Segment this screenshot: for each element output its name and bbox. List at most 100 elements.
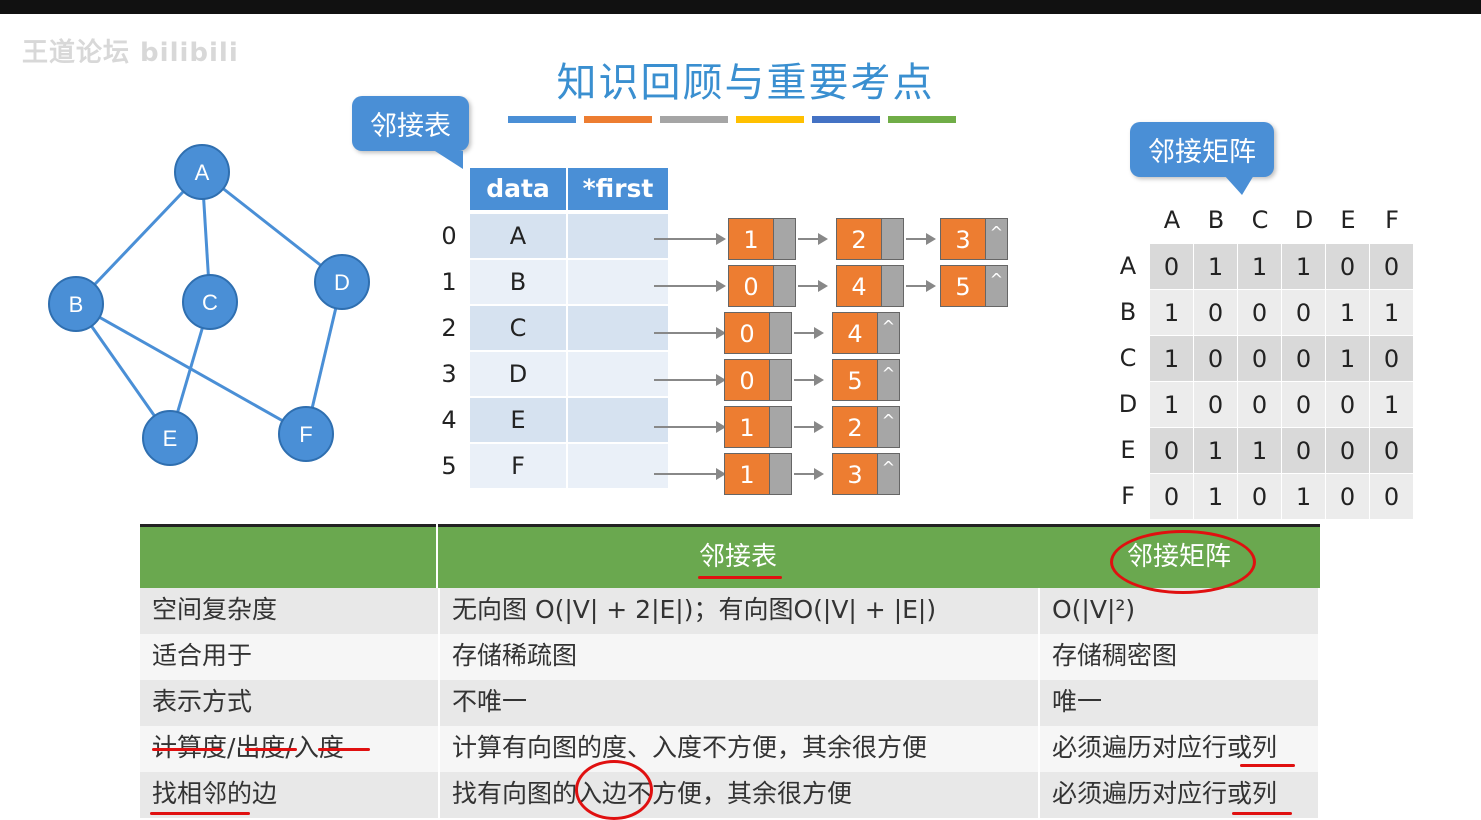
matrix-cell: 1 [1150, 336, 1194, 382]
red-underline [245, 748, 297, 751]
matrix-row-label: C [1119, 344, 1137, 372]
graph-vertex-label: C [202, 290, 218, 315]
adj-list-first-cell [568, 352, 668, 396]
matrix-col-label: C [1251, 206, 1269, 234]
edge-node: 0 [724, 359, 792, 401]
red-underline [1232, 812, 1292, 815]
color-bar [508, 116, 576, 123]
edge-node: 2 [836, 218, 904, 260]
pointer-arrow [794, 421, 824, 433]
edge-node-next: ^ [878, 312, 900, 354]
edge-node-vertex: 5 [940, 265, 986, 307]
red-underline [1240, 764, 1295, 767]
matrix-cell: 0 [1326, 382, 1370, 428]
adj-list-data-cell: E [470, 398, 566, 442]
edge-node-next [770, 406, 792, 448]
matrix-cell: 1 [1282, 244, 1326, 290]
edge-node-vertex: 1 [724, 453, 770, 495]
matrix-cell: 1 [1282, 474, 1326, 520]
red-underline [318, 748, 370, 751]
pointer-arrow [654, 280, 726, 292]
adj-list-first-cell [568, 214, 668, 258]
matrix-row-label: D [1118, 390, 1138, 418]
edge-node-next [882, 265, 904, 307]
page-title: 知识回顾与重要考点 [556, 60, 935, 106]
edge-node: 1 [724, 453, 792, 495]
graph-vertex-label: F [299, 422, 312, 447]
comparison-label: 表示方式 [152, 687, 253, 716]
comparison-row: 空间复杂度 无向图 O(|V| + 2|E|)；有向图O(|V| + |E|) O(… [140, 588, 1318, 634]
edge-node-vertex: 5 [832, 359, 878, 401]
adj-list-index: 1 [441, 268, 457, 296]
edge-node: 2 ^ [832, 406, 900, 448]
edge-node-next [774, 265, 796, 307]
adj-list-first-cell [568, 444, 668, 488]
adj-list-header-first: *first [568, 168, 668, 210]
matrix-row-label: A [1119, 252, 1137, 280]
matrix-cell: 0 [1282, 428, 1326, 474]
edge-node-next: ^ [878, 406, 900, 448]
edge-node: 1 [728, 218, 796, 260]
edge-node: 3 ^ [832, 453, 900, 495]
edge-node: 3 ^ [940, 218, 1008, 260]
matrix-cell: 0 [1282, 290, 1326, 336]
comparison-matrix-value: 唯一 [1038, 680, 1320, 726]
color-bar [584, 116, 652, 123]
matrix-cell: 0 [1238, 290, 1282, 336]
adj-list-index: 2 [441, 314, 457, 342]
red-underline [698, 576, 782, 579]
pointer-arrow [798, 233, 828, 245]
matrix-cell: 0 [1370, 244, 1414, 290]
edge-node-vertex: 4 [832, 312, 878, 354]
matrix-cell: 1 [1238, 244, 1282, 290]
edge-node-next: ^ [986, 218, 1008, 260]
edge-node-next: ^ [986, 265, 1008, 307]
matrix-cell: 1 [1150, 290, 1194, 336]
comparison-list-value: 找有向图的入边不方便，其余很方便 [438, 772, 1038, 818]
matrix-cell: 1 [1194, 244, 1238, 290]
comparison-list-value: 存储稀疏图 [438, 634, 1038, 680]
matrix-col-label: D [1294, 206, 1314, 234]
matrix-row-label: B [1119, 298, 1137, 326]
edge-node-next [882, 218, 904, 260]
comparison-label: 适合用于 [152, 641, 253, 670]
pointer-arrow [794, 327, 824, 339]
comparison-header [140, 524, 436, 588]
edge-node-vertex: 1 [728, 218, 774, 260]
pointer-arrow [654, 374, 726, 386]
matrix-cell: 0 [1282, 382, 1326, 428]
edge-node-next [774, 218, 796, 260]
comparison-row: 表示方式 不唯一 唯一 [140, 680, 1318, 726]
edge-node-vertex: 0 [728, 265, 774, 307]
pointer-arrow [794, 374, 824, 386]
matrix-cell: 0 [1150, 474, 1194, 520]
matrix-row-label: F [1121, 482, 1135, 510]
matrix-col-label: B [1207, 206, 1225, 234]
comparison-list-value: 不唯一 [438, 680, 1038, 726]
adj-list-data-cell: F [470, 444, 566, 488]
matrix-cell: 1 [1194, 474, 1238, 520]
matrix-col-label: A [1163, 206, 1181, 234]
color-bar [888, 116, 956, 123]
edge-node: 0 [724, 312, 792, 354]
matrix-cell: 0 [1282, 336, 1326, 382]
edge-node-vertex: 0 [724, 312, 770, 354]
adj-list-header-data: data [470, 168, 566, 210]
matrix-cell: 1 [1326, 290, 1370, 336]
adj-list-data-cell: A [470, 214, 566, 258]
adj-list-data-cell: B [470, 260, 566, 304]
pointer-arrow [798, 280, 828, 292]
edge-node-vertex: 4 [836, 265, 882, 307]
red-underline [150, 812, 250, 815]
adj-list-index: 4 [441, 406, 457, 434]
edge-node: 5 ^ [832, 359, 900, 401]
adj-list-data-cell: C [470, 306, 566, 350]
edge-node-next [770, 453, 792, 495]
pointer-arrow [654, 421, 726, 433]
matrix-cell: 0 [1326, 474, 1370, 520]
matrix-cell: 1 [1194, 428, 1238, 474]
matrix-cell: 0 [1370, 428, 1414, 474]
comparison-matrix-value: O(|V|²) [1038, 588, 1320, 634]
edge-node-next: ^ [878, 453, 900, 495]
matrix-cell: 0 [1150, 428, 1194, 474]
